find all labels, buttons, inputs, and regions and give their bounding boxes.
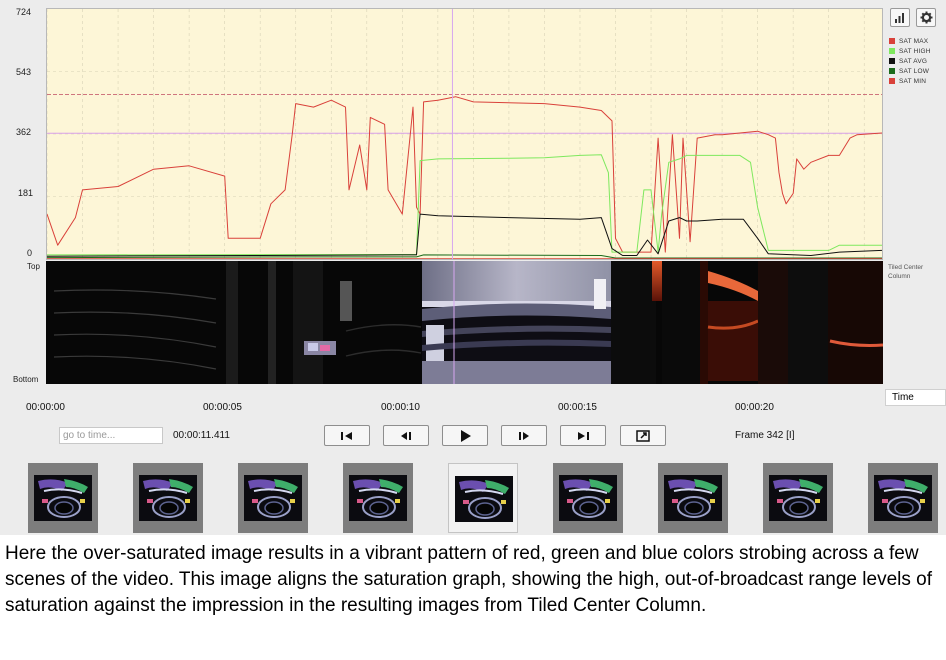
legend-swatch: [889, 48, 895, 54]
timeline-unit-select[interactable]: Time: [885, 389, 946, 406]
legend-item[interactable]: SAT LOW: [889, 66, 945, 76]
thumbnail-image: [559, 475, 617, 521]
series-line: [47, 154, 882, 256]
figure-caption: Here the over-saturated image results in…: [5, 543, 932, 616]
thumbnail-frame-graphic: [244, 475, 302, 521]
thumbnail-image: [769, 475, 827, 521]
legend-swatch: [889, 68, 895, 74]
video-analyzer-window: 724 543 362 181 0 SAT MAX SAT HIGH SAT A…: [0, 0, 946, 535]
series-line: [47, 96, 882, 253]
skip-start-icon: [341, 431, 352, 440]
frame-thumbnail[interactable]: [763, 463, 833, 533]
series-line: [47, 213, 882, 257]
saturation-plot: [47, 9, 882, 259]
time-tick-label: 00:00:05: [203, 402, 242, 413]
time-tick-label: 00:00:15: [558, 402, 597, 413]
thumbnail-frame-graphic: [874, 475, 932, 521]
y-tick-label: 362: [16, 127, 32, 137]
legend-label: SAT HIGH: [899, 47, 931, 55]
gear-icon: [920, 11, 932, 24]
frame-thumbnail[interactable]: [238, 463, 308, 533]
step-back-button[interactable]: [383, 425, 429, 446]
thumbnail-image: [664, 475, 722, 521]
graph-legend: SAT MAX SAT HIGH SAT AVG SAT LOW SAT MIN: [889, 36, 945, 86]
legend-swatch: [889, 58, 895, 64]
legend-item[interactable]: SAT AVG: [889, 56, 945, 66]
bar-chart-icon: [895, 13, 904, 23]
skip-end-icon: [578, 431, 589, 440]
legend-item[interactable]: SAT MIN: [889, 76, 945, 86]
play-button[interactable]: [442, 425, 488, 446]
frame-thumbnail[interactable]: [448, 463, 518, 533]
saturation-graph[interactable]: [46, 8, 883, 260]
go-to-time-input[interactable]: [59, 427, 163, 444]
tile-bottom-label: Bottom: [13, 375, 39, 384]
legend-label: SAT AVG: [899, 57, 928, 65]
thumbnail-frame-graphic: [139, 475, 197, 521]
thumbnail-frame-graphic: [769, 475, 827, 521]
frame-thumbnail[interactable]: [658, 463, 728, 533]
thumbnail-frame-graphic: [664, 475, 722, 521]
tile-view-name: Tiled Center Column: [888, 264, 924, 280]
frame-thumbnail[interactable]: [868, 463, 938, 533]
frame-thumbnail[interactable]: [343, 463, 413, 533]
current-time-display: 00:00:11.411: [173, 430, 230, 441]
go-to-end-button[interactable]: [560, 425, 606, 446]
legend-swatch: [889, 78, 895, 84]
time-tick-label: 00:00:00: [26, 402, 65, 413]
y-tick-label: 0: [27, 248, 33, 258]
export-frame-button[interactable]: [620, 425, 666, 446]
export-icon: [636, 429, 650, 442]
thumbnail-image: [874, 475, 932, 521]
thumbnail-image: [349, 475, 407, 521]
y-tick-label: 543: [16, 67, 32, 77]
step-forward-icon: [519, 431, 529, 440]
thumbnail-image: [455, 476, 513, 522]
frame-number-label: Frame 342 [I]: [735, 430, 795, 441]
frame-thumbnail[interactable]: [133, 463, 203, 533]
thumbnail-frame-graphic: [349, 475, 407, 521]
legend-item[interactable]: SAT MAX: [889, 36, 945, 46]
thumbnail-frame-graphic: [559, 475, 617, 521]
legend-item[interactable]: SAT HIGH: [889, 46, 945, 56]
step-forward-button[interactable]: [501, 425, 547, 446]
thumbnail-frame-graphic: [455, 476, 513, 522]
thumbnail-image: [139, 475, 197, 521]
step-back-icon: [401, 431, 411, 440]
legend-label: SAT LOW: [899, 67, 930, 75]
legend-swatch: [889, 38, 895, 44]
thumbnail-frame-graphic: [34, 475, 92, 521]
legend-label: SAT MAX: [899, 37, 929, 45]
thumbnail-image: [244, 475, 302, 521]
y-tick-label: 724: [16, 7, 32, 17]
time-tick-label: 00:00:10: [381, 402, 420, 413]
tiled-center-column-view[interactable]: [46, 261, 883, 384]
frame-thumbnail[interactable]: [28, 463, 98, 533]
time-tick-label: 00:00:20: [735, 402, 774, 413]
legend-label: SAT MIN: [899, 77, 927, 85]
tile-top-label: Top: [27, 262, 40, 271]
graph-settings-button[interactable]: [916, 8, 936, 27]
graph-type-button[interactable]: [890, 8, 910, 27]
go-to-start-button[interactable]: [324, 425, 370, 446]
frame-thumbnail[interactable]: [553, 463, 623, 533]
thumbnail-image: [34, 475, 92, 521]
play-icon: [461, 429, 471, 442]
y-tick-label: 181: [18, 188, 34, 198]
tile-strip-image: [46, 261, 883, 384]
